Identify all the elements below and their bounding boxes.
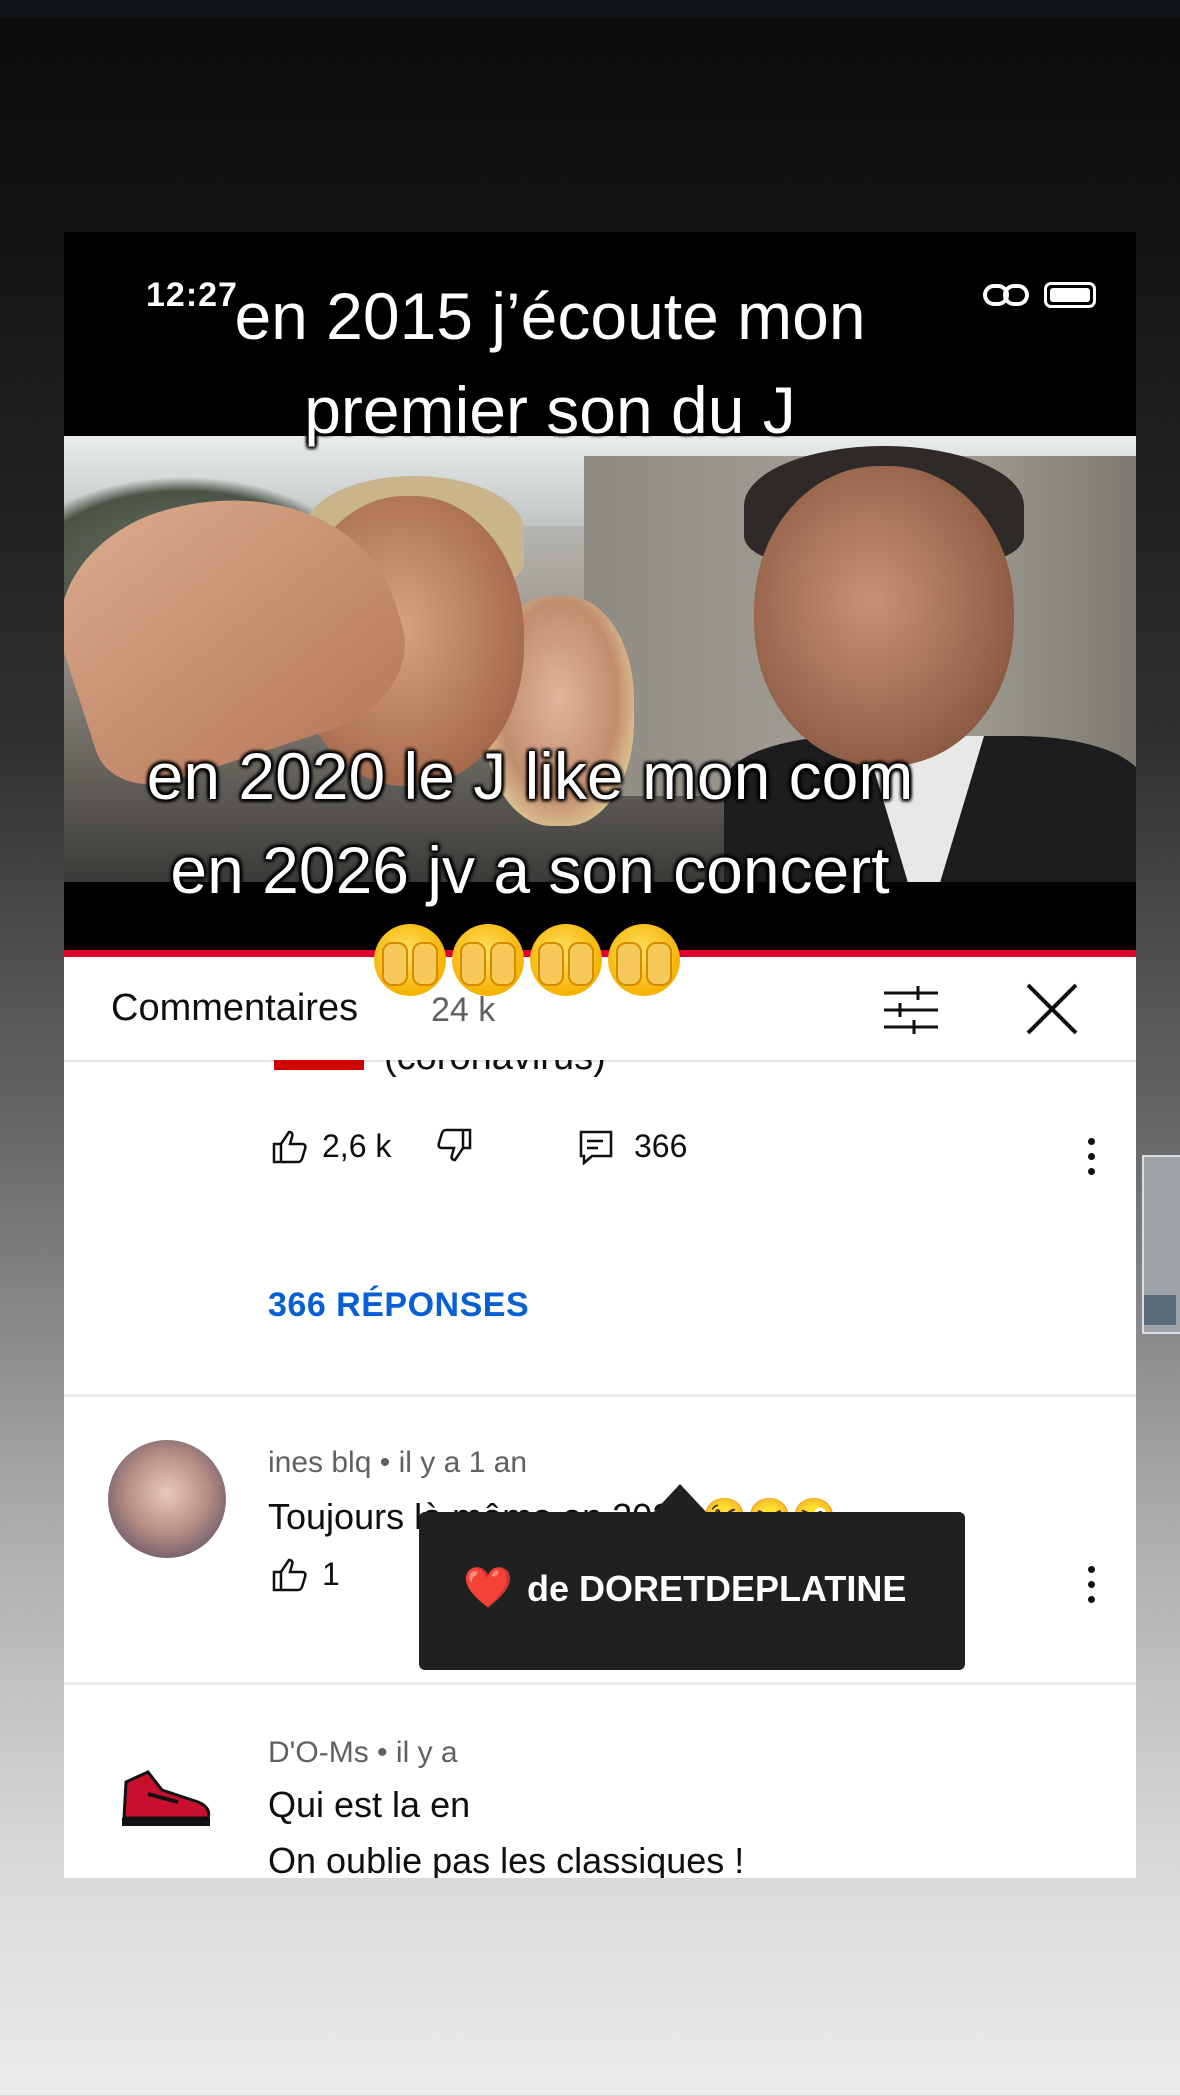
sneaker-icon [122,1770,211,1826]
face-with-hand-over-mouth-icon [452,924,524,996]
comments-count: 24 k [431,991,496,1029]
video-person-right [754,466,1014,766]
side-thumbnail-image[interactable] [1144,1295,1176,1325]
more-options-icon[interactable] [1088,1566,1096,1611]
more-options-icon[interactable] [1088,1138,1096,1183]
sort-filter-icon[interactable] [884,985,938,1035]
like-button[interactable]: 2,6 k [272,1128,391,1165]
face-with-hand-over-mouth-icon [530,924,602,996]
comment-text-line2: On oublie pas les classiques ! [268,1840,745,1878]
overlay-line-1: en 2015 j’écoute mon [234,279,866,353]
comment-meta: ines blq • il y a 1 an [268,1446,528,1479]
reply-count: 366 [634,1128,688,1164]
flag-icon [274,1060,364,1070]
thumb-up-icon [272,1558,307,1591]
top-strip [0,0,1180,18]
overlay-emojis [374,924,680,996]
heart-icon: ❤️ [463,1566,513,1610]
face-with-hand-over-mouth-icon [608,924,680,996]
face-with-hand-over-mouth-icon [374,924,446,996]
avatar[interactable] [118,1752,214,1848]
divider [64,1394,1136,1397]
tooltip-text: de DORETDEPLATINE [527,1568,907,1609]
heart-tooltip: ❤️ de DORETDEPLATINE [419,1512,965,1670]
reply-button[interactable]: 366 [578,1128,687,1165]
like-count: 1 [322,1556,340,1592]
comment-text: Qui est la en [268,1784,471,1825]
overlay-line-3: en 2020 le J like mon com [146,739,914,813]
thumb-down-icon [437,1128,472,1162]
dislike-button[interactable] [436,1128,472,1162]
comment-time: il y a 1 an [398,1446,528,1479]
top-comment-partial-text: (coronavirus) [64,1060,1136,1088]
divider [64,1682,1136,1685]
like-button[interactable]: 1 [272,1556,340,1593]
comment-meta: D'O-Ms • il y a [268,1736,458,1769]
like-count: 2,6 k [322,1128,392,1164]
comment-author[interactable]: D'O-Ms [268,1736,369,1769]
thumb-up-icon [272,1130,307,1163]
overlay-line-4: en 2026 jv a son concert [170,833,890,907]
view-replies-link[interactable]: 366 RÉPONSES [268,1286,529,1325]
comments-title: Commentaires [111,987,359,1029]
comment-time: il y a [395,1736,458,1769]
avatar[interactable] [108,1440,226,1558]
video-player[interactable] [64,436,1136,882]
close-icon[interactable] [1024,981,1080,1037]
overlay-line-2: premier son du J [304,373,796,447]
reply-icon [579,1130,613,1165]
comment-author[interactable]: ines blq [268,1446,371,1479]
top-comment-actions: 2,6 k 366 [64,1128,1136,1188]
